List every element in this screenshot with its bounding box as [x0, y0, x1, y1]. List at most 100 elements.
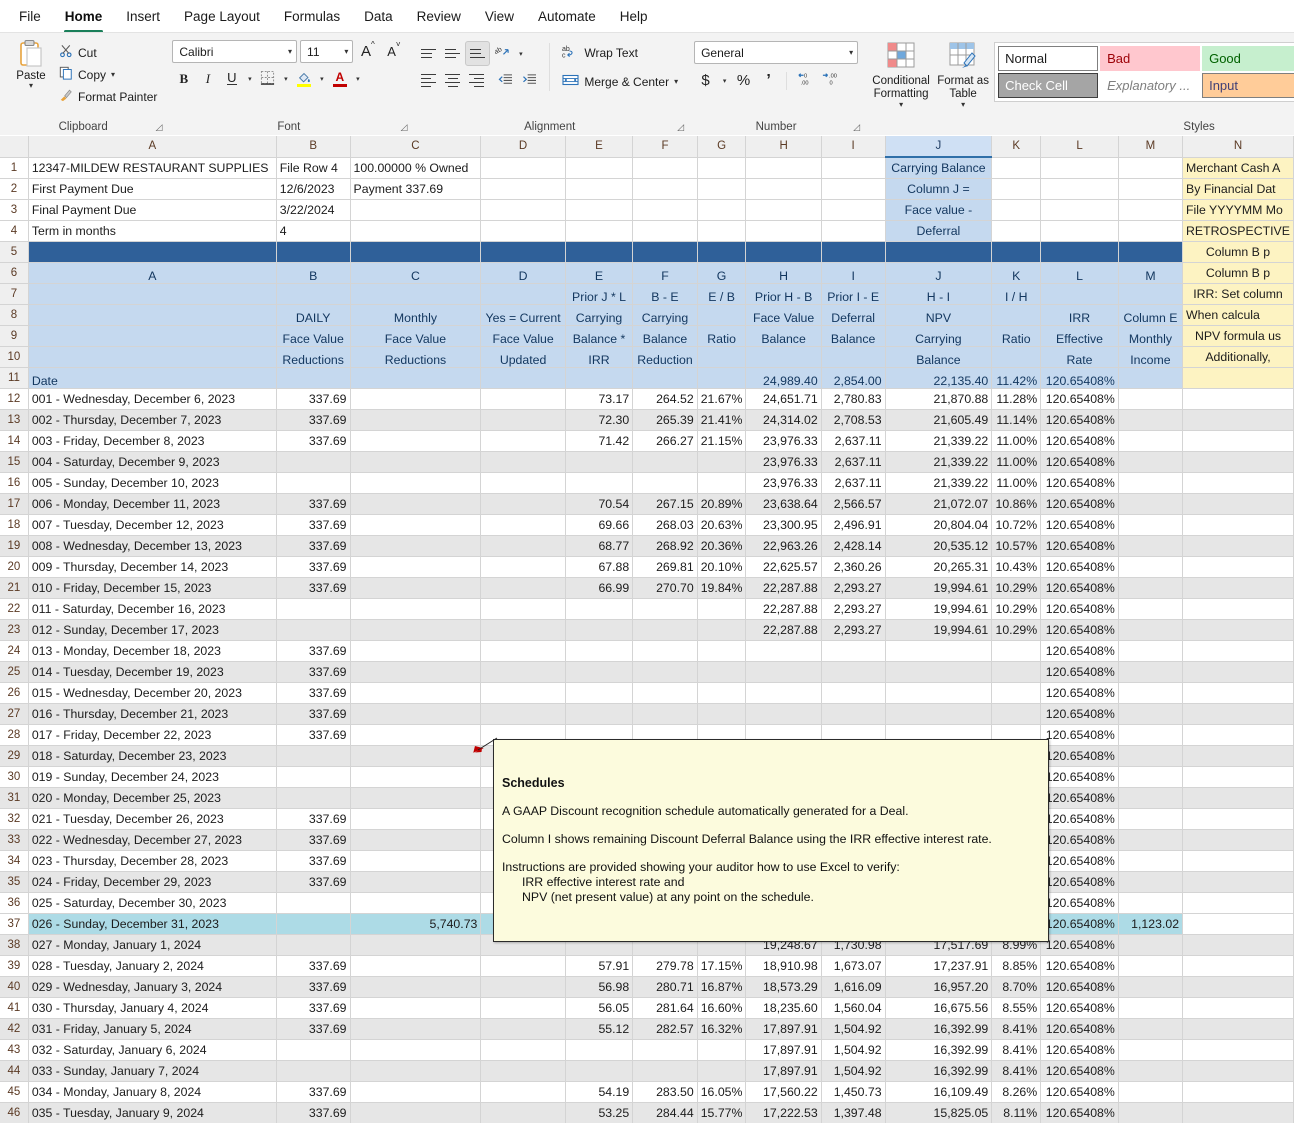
- cell-B32[interactable]: 337.69: [276, 808, 351, 830]
- cell-I41[interactable]: 1,560.04: [821, 997, 886, 1019]
- cell-C3[interactable]: [350, 199, 482, 221]
- tab-review[interactable]: Review: [406, 5, 472, 28]
- cell-C44[interactable]: [350, 1060, 482, 1082]
- cell-K12[interactable]: 11.28%: [991, 388, 1042, 410]
- cell-G44[interactable]: [697, 1060, 747, 1082]
- cell-L14[interactable]: 120.65408%: [1040, 430, 1119, 452]
- cell-M7[interactable]: [1118, 283, 1184, 305]
- cell-L18[interactable]: 120.65408%: [1040, 514, 1119, 536]
- row-header-12[interactable]: 12: [0, 388, 29, 410]
- cell-N37[interactable]: [1182, 913, 1294, 935]
- cell-G39[interactable]: 17.15%: [697, 955, 747, 977]
- cell-F17[interactable]: 267.15: [632, 493, 698, 515]
- cell-N46[interactable]: [1182, 1102, 1294, 1123]
- cell-C1[interactable]: 100.00000 % Owned: [350, 157, 482, 179]
- cell-A41[interactable]: 030 - Thursday, January 4, 2024: [28, 997, 277, 1019]
- decrease-font-size-button[interactable]: A ˅: [382, 40, 405, 63]
- cell-C15[interactable]: [350, 451, 482, 473]
- cell-L20[interactable]: 120.65408%: [1040, 556, 1119, 578]
- cell-D21[interactable]: [480, 577, 566, 599]
- cell-I4[interactable]: [821, 220, 886, 242]
- cell-C10[interactable]: Reductions: [350, 346, 482, 368]
- cell-F2[interactable]: [632, 178, 698, 200]
- cell-E11[interactable]: [565, 367, 634, 389]
- number-dialog-launcher-icon[interactable]: ◿: [853, 122, 860, 133]
- table-row[interactable]: 4 Term in months 4 Deferral RETROSPECTIVE: [0, 220, 1294, 242]
- underline-options-chevron-down-icon[interactable]: ▾: [244, 67, 255, 90]
- cell-A10[interactable]: [28, 346, 277, 368]
- cell-E4[interactable]: [565, 220, 634, 242]
- cell-M1[interactable]: [1118, 157, 1184, 179]
- cell-F16[interactable]: [632, 472, 698, 494]
- cell-N25[interactable]: [1182, 661, 1294, 683]
- cell-A35[interactable]: 024 - Friday, December 29, 2023: [28, 871, 277, 893]
- cell-G16[interactable]: [697, 472, 747, 494]
- cell-B16[interactable]: [276, 472, 351, 494]
- cell-E15[interactable]: [565, 451, 634, 473]
- cell-M9[interactable]: Monthly: [1118, 325, 1184, 347]
- cell-K10[interactable]: [991, 346, 1042, 368]
- cell-A2[interactable]: First Payment Due: [28, 178, 277, 200]
- cell-C42[interactable]: [350, 1018, 482, 1040]
- cell-G2[interactable]: [697, 178, 747, 200]
- cell-H24[interactable]: [745, 640, 822, 662]
- cell-C12[interactable]: [350, 388, 482, 410]
- alignment-dialog-launcher-icon[interactable]: ◿: [677, 122, 684, 133]
- cell-F4[interactable]: [632, 220, 698, 242]
- cell-G9[interactable]: Ratio: [697, 325, 747, 347]
- cell-M6[interactable]: M: [1118, 262, 1184, 284]
- cell-style-explanatory[interactable]: Explanatory ...: [1100, 73, 1201, 98]
- cell-N28[interactable]: [1182, 724, 1294, 746]
- row-header-6[interactable]: 6: [0, 262, 29, 284]
- cell-L22[interactable]: 120.65408%: [1040, 598, 1119, 620]
- cell-K17[interactable]: 10.86%: [991, 493, 1042, 515]
- cell-B3[interactable]: 3/22/2024: [276, 199, 351, 221]
- cell-I39[interactable]: 1,673.07: [821, 955, 886, 977]
- cell-A27[interactable]: 016 - Thursday, December 21, 2023: [28, 703, 277, 725]
- cell-L5[interactable]: [1040, 241, 1119, 263]
- cell-E44[interactable]: [565, 1060, 634, 1082]
- cell-K4[interactable]: [991, 220, 1042, 242]
- row-header-4[interactable]: 4: [0, 220, 29, 242]
- cell-A43[interactable]: 032 - Saturday, January 6, 2024: [28, 1039, 277, 1061]
- cell-A46[interactable]: 035 - Tuesday, January 9, 2024: [28, 1102, 277, 1123]
- cell-N19[interactable]: [1182, 535, 1294, 557]
- cell-D27[interactable]: [480, 703, 566, 725]
- cell-H21[interactable]: 22,287.88: [745, 577, 822, 599]
- cell-A3[interactable]: Final Payment Due: [28, 199, 277, 221]
- cell-I18[interactable]: 2,496.91: [821, 514, 886, 536]
- cell-N22[interactable]: [1182, 598, 1294, 620]
- cell-F25[interactable]: [632, 661, 698, 683]
- cell-N12[interactable]: [1182, 388, 1294, 410]
- cell-C14[interactable]: [350, 430, 482, 452]
- cell-C19[interactable]: [350, 535, 482, 557]
- cell-H7[interactable]: Prior H - B: [745, 283, 822, 305]
- cell-G22[interactable]: [697, 598, 747, 620]
- cell-A23[interactable]: 012 - Sunday, December 17, 2023: [28, 619, 277, 641]
- cell-E13[interactable]: 72.30: [565, 409, 634, 431]
- format-as-table-button[interactable]: Format as Table ▾: [932, 39, 994, 109]
- cell-M18[interactable]: [1118, 514, 1184, 536]
- cell-B46[interactable]: 337.69: [276, 1102, 351, 1123]
- table-row[interactable]: 8 DAILY Monthly Yes = Current Carrying Carryi…: [0, 304, 1294, 326]
- cell-M27[interactable]: [1118, 703, 1184, 725]
- row-header-5[interactable]: 5: [0, 241, 29, 263]
- cell-E43[interactable]: [565, 1039, 634, 1061]
- cell-G7[interactable]: E / B: [697, 283, 747, 305]
- cell-L16[interactable]: 120.65408%: [1040, 472, 1119, 494]
- cell-M16[interactable]: [1118, 472, 1184, 494]
- cell-B30[interactable]: [276, 766, 351, 788]
- cell-K3[interactable]: [991, 199, 1042, 221]
- cell-C13[interactable]: [350, 409, 482, 431]
- cell-B38[interactable]: [276, 934, 351, 956]
- cell-M38[interactable]: [1118, 934, 1184, 956]
- cell-F42[interactable]: 282.57: [632, 1018, 698, 1040]
- cell-L9[interactable]: Effective: [1040, 325, 1119, 347]
- cell-B28[interactable]: 337.69: [276, 724, 351, 746]
- row-header-18[interactable]: 18: [0, 514, 29, 536]
- cell-N4[interactable]: RETROSPECTIVE: [1182, 220, 1294, 242]
- currency-chevron-down-icon[interactable]: ▾: [719, 69, 730, 92]
- cell-J9[interactable]: Carrying: [885, 325, 993, 347]
- row-header-24[interactable]: 24: [0, 640, 29, 662]
- cell-C17[interactable]: [350, 493, 482, 515]
